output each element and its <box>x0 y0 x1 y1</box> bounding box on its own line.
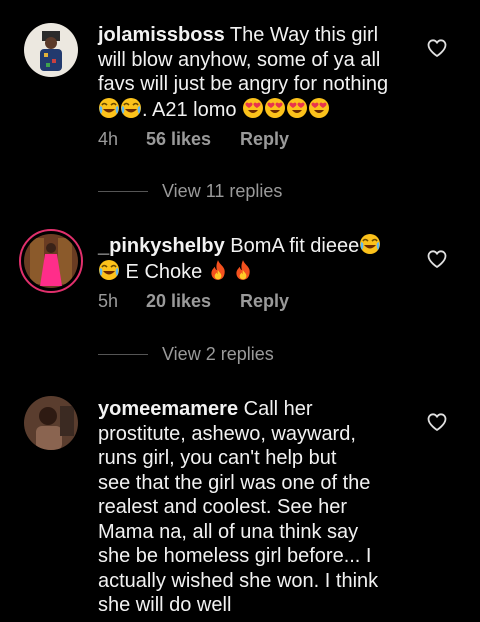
fire-emoji <box>236 259 251 280</box>
view-replies-button[interactable]: View 2 replies <box>98 343 274 365</box>
laughing-tears-emoji <box>98 258 120 281</box>
like-heart-icon[interactable] <box>426 411 448 433</box>
like-heart-icon[interactable] <box>426 37 448 59</box>
heart-eyes-emoji <box>309 97 330 118</box>
like-heart-icon[interactable] <box>426 248 448 270</box>
timestamp: 4h <box>98 129 119 149</box>
username[interactable]: yomeemamere <box>98 398 238 420</box>
laughing-tears-emoji <box>359 233 382 255</box>
comment-text: yomeemamere Call her prostitute, ashewo,… <box>98 398 379 616</box>
avatar[interactable] <box>24 396 78 450</box>
reply-button[interactable]: Reply <box>240 128 289 150</box>
laughing-tears-emoji <box>98 96 120 119</box>
avatar[interactable] <box>24 23 78 77</box>
heart-eyes-emoji <box>287 97 308 118</box>
comment-text: jolamissboss The Way this girl will blow… <box>98 24 389 121</box>
reply-button[interactable]: Reply <box>240 290 289 312</box>
heart-eyes-emoji <box>265 97 286 118</box>
heart-eyes-emoji <box>243 97 264 118</box>
username[interactable]: jolamissboss <box>98 24 225 46</box>
likes-count[interactable]: 20 likes <box>146 290 240 312</box>
avatar-image <box>24 234 78 288</box>
divider <box>98 190 148 192</box>
likes-count[interactable]: 56 likes <box>146 128 240 150</box>
comment-meta: 4h 56 likes Reply <box>98 128 289 150</box>
fire-emoji <box>211 259 225 280</box>
avatar[interactable] <box>19 229 83 293</box>
laughing-tears-emoji <box>120 96 142 119</box>
view-replies-label: View 2 replies <box>162 343 274 364</box>
comment-text: _pinkyshelby BomA fit dieee E Choke <box>98 233 418 284</box>
comment-meta: 5h 20 likes Reply <box>98 290 289 312</box>
divider <box>98 353 148 355</box>
username[interactable]: _pinkyshelby <box>98 235 225 257</box>
timestamp: 5h <box>98 291 119 311</box>
view-replies-label: View 11 replies <box>162 180 283 201</box>
view-replies-button[interactable]: View 11 replies <box>98 180 282 202</box>
